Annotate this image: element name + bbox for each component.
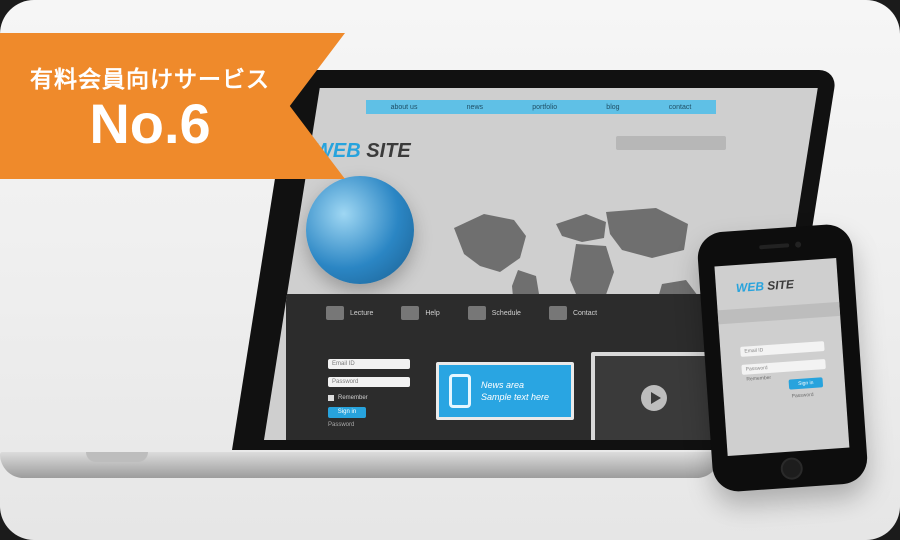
login-form: Email ID Password Remember Sign in Passw… xyxy=(328,359,410,428)
lecture-icon xyxy=(326,306,344,320)
laptop-screen-content: about us news portfolio blog contact WEB… xyxy=(286,88,762,440)
schedule-icon xyxy=(467,306,486,320)
laptop-notch xyxy=(86,452,148,462)
icon-label-lecture: Lecture xyxy=(350,309,374,317)
feature-contact[interactable]: Contact xyxy=(548,306,598,320)
icon-label-contact: Contact xyxy=(572,309,598,317)
remember-label: Remember xyxy=(338,395,368,401)
nav-item-blog[interactable]: blog xyxy=(606,104,619,111)
site-nav-bar: about us news portfolio blog contact xyxy=(366,100,716,114)
news-area[interactable]: News area Sample text here xyxy=(436,362,574,420)
news-text: News area Sample text here xyxy=(481,379,549,403)
remember-row[interactable]: Remember xyxy=(328,395,410,401)
feature-lecture[interactable]: Lecture xyxy=(326,306,373,320)
globe-icon xyxy=(306,176,414,284)
dark-content-panel: Lecture Help Schedule Contact Email ID P… xyxy=(286,294,762,440)
phone-nav-bar xyxy=(717,301,841,325)
phone-password-field[interactable]: Password xyxy=(741,359,826,375)
phone-brand-suffix: SITE xyxy=(766,277,795,293)
nav-item-about[interactable]: about us xyxy=(391,104,418,111)
promo-card: 有料会員向けサービス No.6 about us news portfolio … xyxy=(0,0,900,540)
phone-screen: WEB SITE Email ID Password Remember Sign… xyxy=(714,258,850,457)
play-icon[interactable] xyxy=(641,385,667,411)
phone-email-field[interactable]: Email ID xyxy=(740,341,825,357)
mobile-device-icon xyxy=(449,374,471,408)
phone-speaker xyxy=(759,243,790,250)
search-bar[interactable] xyxy=(616,136,726,150)
news-line-1: News area xyxy=(481,380,525,390)
phone-home-button[interactable] xyxy=(779,456,804,481)
phone-brand: WEB SITE xyxy=(736,277,795,295)
ribbon-rank: No.6 xyxy=(89,92,211,155)
phone-brand-prefix: WEB xyxy=(735,279,765,296)
video-thumbnail[interactable] xyxy=(591,352,717,440)
nav-item-portfolio[interactable]: portfolio xyxy=(532,104,557,111)
phone-remember-label[interactable]: Remember xyxy=(746,375,771,383)
news-line-2: Sample text here xyxy=(481,392,550,402)
email-field[interactable]: Email ID xyxy=(328,359,410,369)
signin-button[interactable]: Sign in xyxy=(328,407,366,418)
nav-item-contact[interactable]: contact xyxy=(669,104,692,111)
contact-icon xyxy=(548,306,567,320)
feature-help[interactable]: Help xyxy=(401,306,440,320)
rank-ribbon-text: 有料会員向けサービス No.6 xyxy=(0,33,300,179)
remember-checkbox[interactable] xyxy=(328,395,334,401)
icon-label-schedule: Schedule xyxy=(491,309,521,317)
ribbon-title: 有料会員向けサービス xyxy=(30,66,270,92)
phone-password-link[interactable]: Password xyxy=(791,392,813,400)
help-icon xyxy=(401,306,420,320)
brand-suffix: SITE xyxy=(366,140,411,162)
phone-camera xyxy=(794,241,802,248)
feature-icons: Lecture Help Schedule Contact xyxy=(326,306,597,320)
feature-schedule[interactable]: Schedule xyxy=(467,306,521,320)
icon-label-help: Help xyxy=(425,309,440,317)
password-link[interactable]: Password xyxy=(328,422,410,428)
smartphone: WEB SITE Email ID Password Remember Sign… xyxy=(696,222,869,494)
phone-signin-button[interactable]: Sign in xyxy=(788,377,824,390)
password-field[interactable]: Password xyxy=(328,377,410,387)
nav-item-news[interactable]: news xyxy=(467,104,483,111)
